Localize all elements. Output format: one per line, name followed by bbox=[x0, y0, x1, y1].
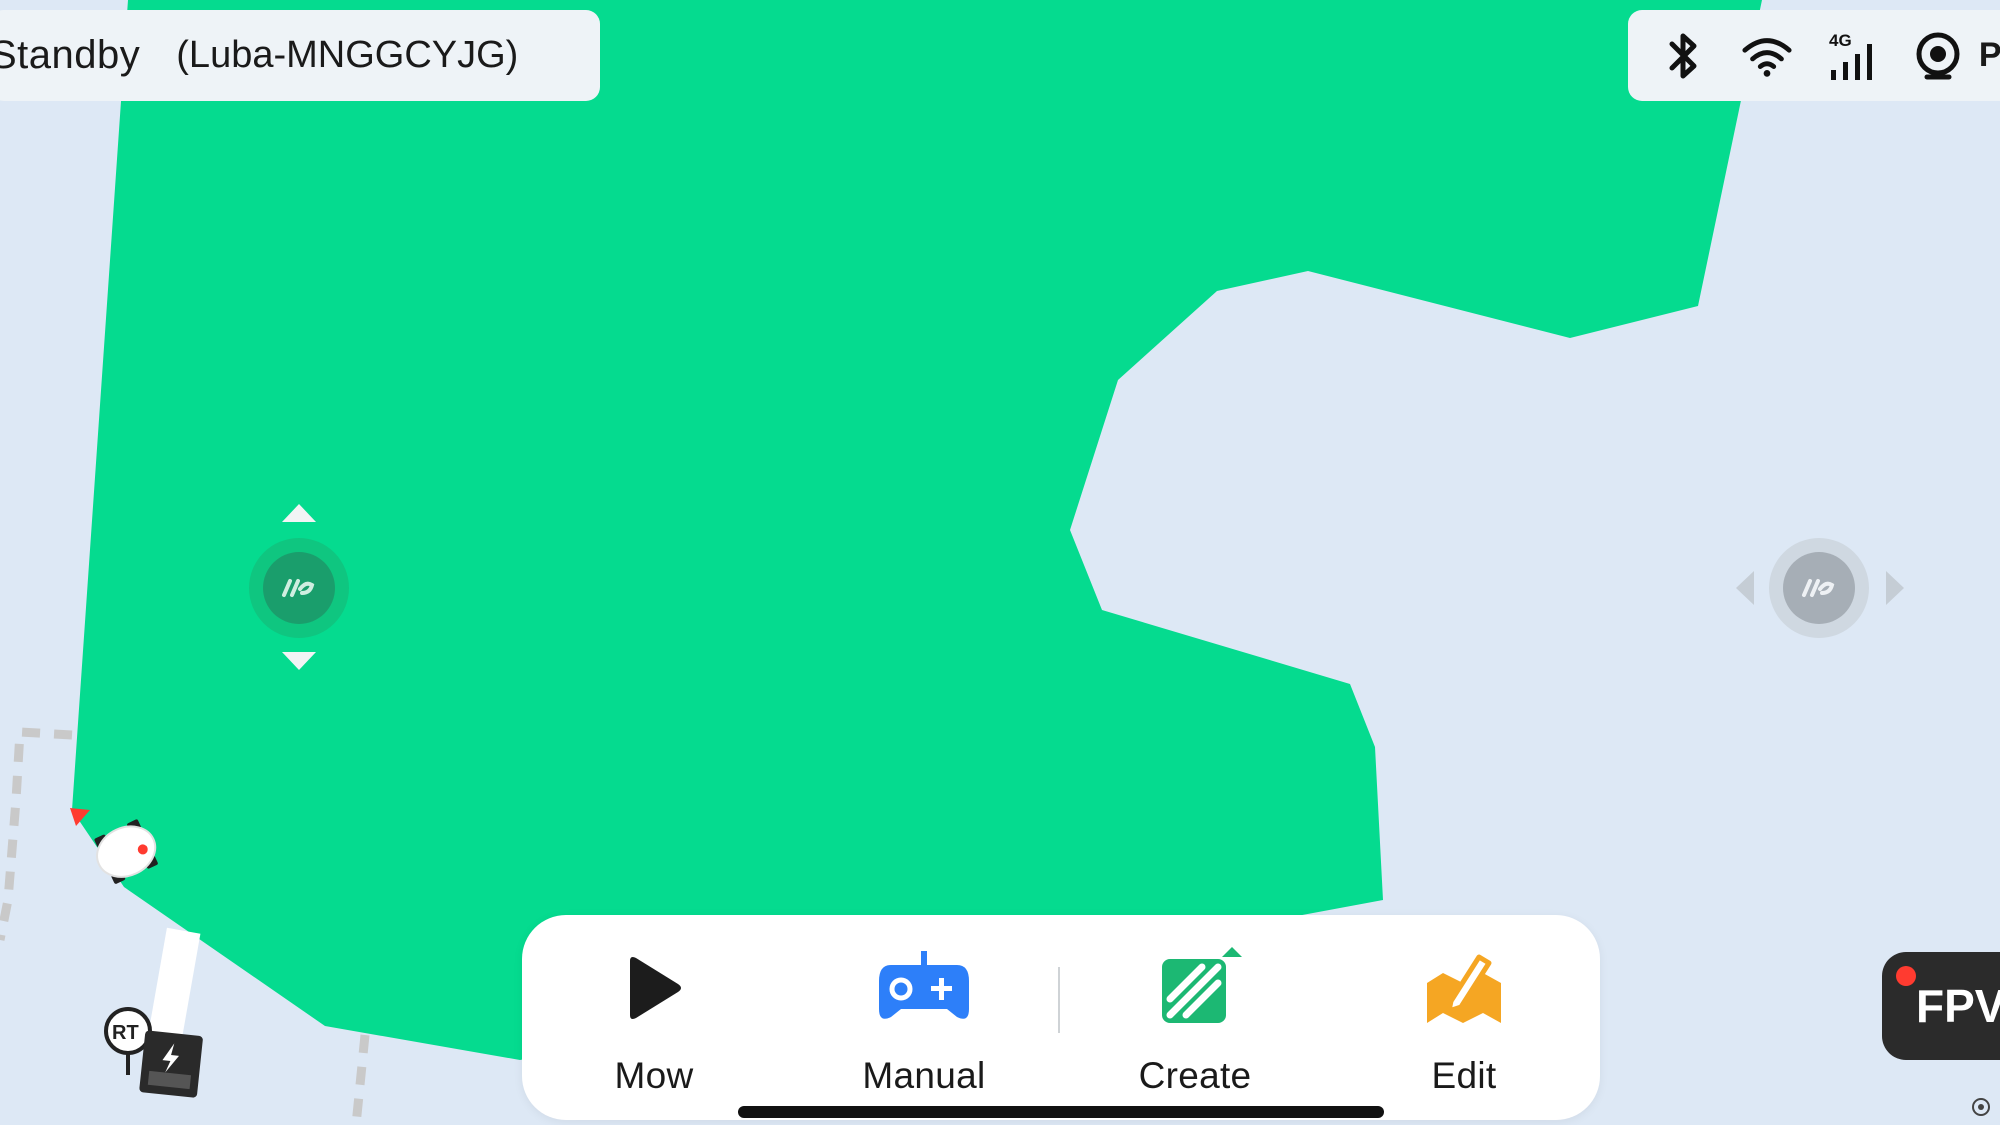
create-label: Create bbox=[1138, 1055, 1252, 1096]
settings-small-icon bbox=[1972, 1098, 1990, 1116]
device-name: (Luba-MNGGCYJG) bbox=[176, 34, 519, 76]
chevron-up-icon[interactable] bbox=[282, 504, 316, 522]
manual-button[interactable]: Manual bbox=[824, 943, 1024, 1097]
edit-button[interactable]: Edit bbox=[1364, 943, 1564, 1097]
fpv-label: FPV bbox=[1916, 980, 2000, 1032]
chevron-right-icon[interactable] bbox=[1886, 571, 1904, 605]
connectivity-bar[interactable]: 4G PO bbox=[1628, 10, 2000, 101]
recording-indicator bbox=[1896, 966, 1916, 986]
action-bar: Mow Manual Create Edit bbox=[522, 915, 1600, 1120]
create-zone-icon bbox=[1162, 947, 1242, 1023]
mower-state: Standby bbox=[0, 33, 141, 77]
wifi-icon bbox=[1741, 30, 1793, 82]
bluetooth-icon bbox=[1662, 30, 1707, 82]
manual-label: Manual bbox=[862, 1055, 986, 1096]
play-icon bbox=[630, 957, 681, 1019]
mow-label: Mow bbox=[614, 1055, 694, 1096]
left-joystick[interactable] bbox=[248, 537, 350, 639]
cellular-label: 4G bbox=[1829, 31, 1852, 50]
gamepad-icon bbox=[879, 951, 969, 1019]
chevron-down-icon[interactable] bbox=[282, 652, 316, 670]
4g-signal-icon: 4G bbox=[1827, 30, 1879, 82]
status-bar[interactable]: Standby (Luba-MNGGCYJG) bbox=[0, 10, 600, 101]
mow-button[interactable]: Mow bbox=[554, 943, 754, 1097]
chevron-left-icon[interactable] bbox=[1736, 571, 1754, 605]
right-joystick[interactable] bbox=[1768, 537, 1870, 639]
position-text: PO bbox=[1978, 36, 2000, 74]
edit-label: Edit bbox=[1431, 1055, 1497, 1096]
create-button[interactable]: Create bbox=[1095, 943, 1295, 1097]
rtk-base-charging-station-icon[interactable]: RT bbox=[100, 1005, 210, 1105]
position-icon bbox=[1913, 30, 1963, 82]
mower-icon[interactable] bbox=[68, 806, 178, 898]
rtk-label: RT bbox=[112, 1022, 139, 1044]
separator bbox=[1058, 967, 1060, 1033]
edit-map-icon bbox=[1427, 954, 1501, 1023]
home-indicator[interactable] bbox=[738, 1106, 1384, 1118]
